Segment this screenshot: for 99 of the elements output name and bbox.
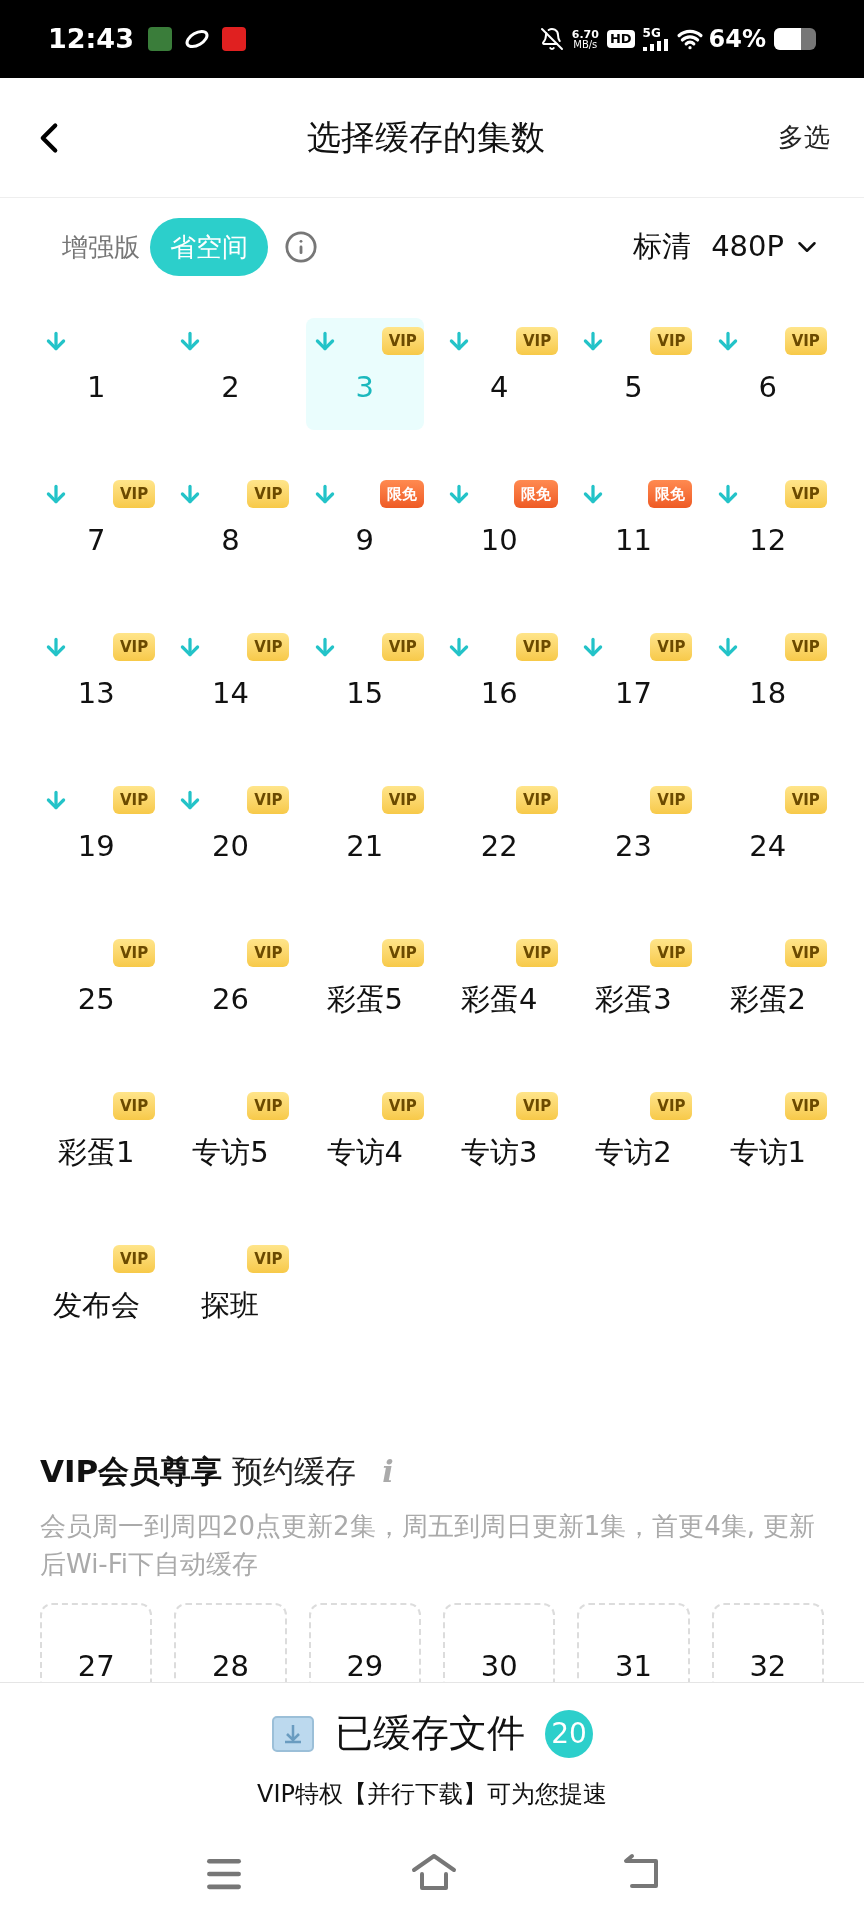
section-subtitle: 预约缓存 [232,1452,357,1491]
episode-cell[interactable]: VIP 专访1 [708,1083,827,1195]
episode-cell[interactable]: VIP 14 [171,624,290,736]
episode-tag: VIP [112,633,156,661]
episode-tag: 限免 [379,480,424,508]
episode-cell[interactable]: VIP 彩蛋2 [708,930,827,1042]
episode-cell[interactable]: VIP 专访3 [440,1083,559,1195]
episode-cell[interactable]: VIP 6 [708,318,827,430]
episode-cell[interactable]: VIP 探班 [171,1236,290,1348]
episode-cell[interactable]: VIP 专访5 [171,1083,290,1195]
count-badge: 20 [545,1709,593,1758]
multi-select-button[interactable]: 多选 [778,118,830,157]
episode-cell[interactable]: VIP 5 [574,318,693,430]
episode-cell[interactable]: VIP 专访4 [305,1083,424,1195]
episode-cell[interactable]: 限免 10 [440,471,559,583]
episode-cell[interactable]: VIP 22 [440,777,559,889]
episode-cell[interactable]: VIP 发布会 [37,1236,156,1348]
episode-cell[interactable]: VIP 8 [171,471,290,583]
episode-tag: VIP [247,480,290,508]
episode-cell[interactable]: VIP 20 [171,777,290,889]
episode-tag: VIP [247,939,290,967]
signal-icon [642,39,669,51]
folder-download-icon [271,1714,315,1753]
episode-tag: VIP [247,1092,290,1120]
episode-tag: VIP [112,1245,156,1273]
episode-tag: VIP [112,480,156,508]
section-title: VIP会员尊享 [40,1452,223,1491]
episode-cell[interactable]: VIP 彩蛋4 [440,930,559,1042]
battery-icon [774,28,816,50]
episode-cell[interactable]: VIP 18 [708,624,827,736]
episode-cell[interactable]: VIP 3 [305,318,424,430]
network-speed: 6.70 [571,28,599,40]
footer-subtitle: VIP特权【并行下载】可为您提速 [257,1779,607,1810]
episode-tag: 限免 [648,480,693,508]
episode-tag: 限免 [514,480,559,508]
episode-cell[interactable]: VIP 19 [37,777,156,889]
info-icon[interactable] [284,230,318,264]
episode-tag: VIP [515,327,559,355]
episode-cell[interactable]: VIP 7 [37,471,156,583]
episode-cell[interactable]: VIP 21 [305,777,424,889]
episode-cell[interactable]: VIP 专访2 [574,1083,693,1195]
episode-tag: VIP [381,327,424,355]
episode-tag: VIP [784,939,827,967]
episode-cell[interactable]: VIP 25 [37,930,156,1042]
episode-tag: VIP [784,480,827,508]
episode-cell[interactable]: VIP 23 [574,777,693,889]
episode-cell[interactable]: VIP 彩蛋3 [574,930,693,1042]
episode-tag: VIP [515,633,559,661]
episode-tag: VIP [650,786,693,814]
episode-tag: VIP [112,786,156,814]
episode-cell[interactable]: VIP 彩蛋1 [37,1083,156,1195]
page-title: 选择缓存的集数 [307,116,545,159]
mode-option[interactable]: 增强版 [62,218,150,276]
section-description: 会员周一到周四20点更新2集，周五到周日更新1集，首更4集, 更新后Wi-Fi下自动缓存 [40,1509,817,1581]
battery-percent: 64% [708,24,766,55]
episode-tag: VIP [784,1092,827,1120]
episode-cell[interactable]: VIP 26 [171,930,290,1042]
episode-tag: VIP [784,633,827,661]
quality-dropdown[interactable]: 标清 480P [633,225,822,269]
episode-tag: VIP [515,939,559,967]
network-type: 5G [642,27,662,39]
episode-tag: VIP [650,633,693,661]
episode-cell[interactable]: 2 [171,318,290,430]
episode-cell[interactable]: VIP 彩蛋5 [305,930,424,1042]
episode-tag: VIP [112,939,156,967]
episode-tag: VIP [650,1092,693,1120]
home-icon[interactable] [410,1852,458,1892]
episode-tag: VIP [112,1092,156,1120]
episode-tag: VIP [381,1092,424,1120]
episode-cell[interactable]: VIP 13 [37,624,156,736]
planet-icon [183,27,210,51]
mute-icon [539,27,564,51]
cached-files-button[interactable]: 已缓存文件 20 [271,1705,593,1762]
episode-cell[interactable]: 1 [37,318,156,430]
episode-tag: VIP [247,786,290,814]
episode-cell[interactable]: VIP 24 [708,777,827,889]
episode-cell[interactable]: VIP 12 [708,471,827,583]
episode-tag: VIP [381,939,424,967]
episode-cell[interactable]: 限免 11 [574,471,693,583]
episode-tag: VIP [381,633,424,661]
episode-tag: VIP [515,786,559,814]
app-icon [221,27,246,51]
episode-cell[interactable]: VIP 17 [574,624,693,736]
episode-cell[interactable]: VIP 4 [440,318,559,430]
episode-tag: VIP [247,1245,290,1273]
episode-cell[interactable]: VIP 15 [305,624,424,736]
hd-indicator: HD [606,30,635,48]
episode-tag: VIP [650,939,693,967]
episode-tag: VIP [650,327,693,355]
episode-tag: VIP [784,327,827,355]
episode-tag: VIP [784,786,827,814]
episode-tag: VIP [381,786,424,814]
episode-tag: VIP [247,633,290,661]
status-time: 12:43 [48,21,134,56]
episode-cell[interactable]: 限免 9 [305,471,424,583]
app-icon [147,27,172,51]
episode-cell[interactable]: VIP 16 [440,624,559,736]
episode-tag: VIP [515,1092,559,1120]
network-speed-unit: MB/s [573,39,598,50]
